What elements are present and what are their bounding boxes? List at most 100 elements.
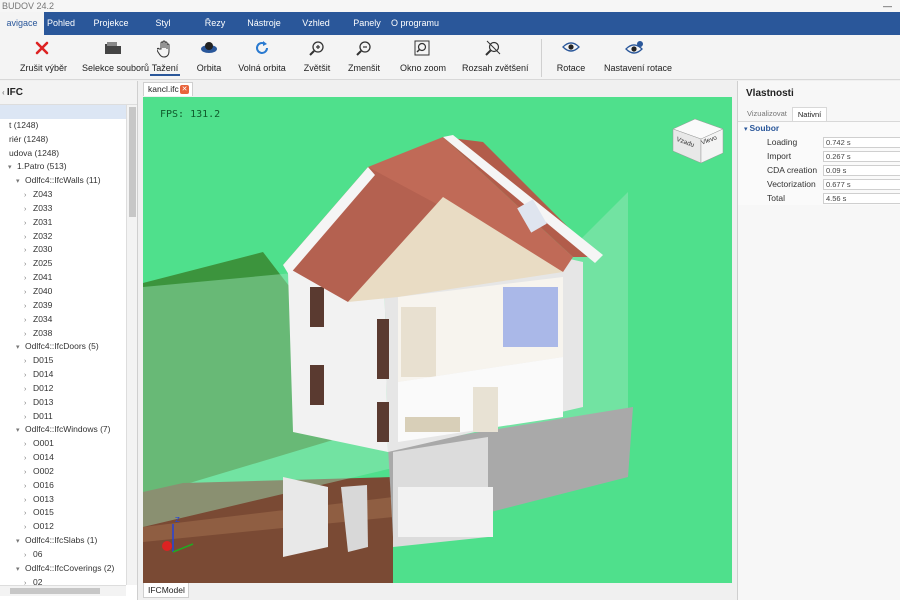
- tab-nativni[interactable]: Nativní: [791, 107, 828, 121]
- chevron-right-icon[interactable]: ›: [24, 203, 33, 217]
- pan-button[interactable]: Tažení: [150, 40, 180, 78]
- chevron-right-icon[interactable]: ›: [24, 189, 33, 203]
- menu-navigace[interactable]: avigace: [0, 12, 44, 35]
- chevron-right-icon[interactable]: ›: [24, 328, 33, 342]
- chevron-right-icon[interactable]: ›: [24, 314, 33, 328]
- scrollbar-thumb[interactable]: [129, 107, 136, 217]
- tree-item[interactable]: riér (1248): [0, 133, 126, 147]
- tree-item[interactable]: › Z030: [0, 243, 126, 257]
- tree-item[interactable]: › Z041: [0, 271, 126, 285]
- tree-item[interactable]: › Z038: [0, 327, 126, 341]
- chevron-right-icon[interactable]: ›: [24, 244, 33, 258]
- tree-item[interactable]: ▾ Odlfc4::IfcDoors (5): [0, 340, 126, 354]
- tree-item[interactable]: ▾ Odlfc4::IfcCoverings (2): [0, 562, 126, 576]
- menu-panely[interactable]: Panely: [352, 12, 382, 35]
- tree-item[interactable]: udova (1248): [0, 147, 126, 161]
- tree-horizontal-scrollbar[interactable]: [0, 585, 126, 596]
- tree-vertical-scrollbar[interactable]: [126, 105, 137, 585]
- tab-vizualizovat[interactable]: Vizualizovat: [742, 107, 792, 121]
- chevron-down-icon[interactable]: ▾: [16, 424, 25, 438]
- chevron-right-icon[interactable]: ›: [24, 300, 33, 314]
- free-orbit-button[interactable]: Volná orbita: [238, 40, 286, 78]
- tree-item[interactable]: › Z034: [0, 313, 126, 327]
- chevron-right-icon[interactable]: ›: [24, 369, 33, 383]
- tree-item[interactable]: › O013: [0, 493, 126, 507]
- chevron-right-icon[interactable]: ›: [24, 231, 33, 245]
- chevron-right-icon[interactable]: ›: [24, 549, 33, 563]
- scrollbar-thumb[interactable]: [10, 588, 100, 594]
- menu-nastroje[interactable]: Nástroje: [246, 12, 282, 35]
- rotation-settings-button[interactable]: Nastavení rotace: [604, 40, 672, 78]
- file-tab[interactable]: kancl.ifc ✕: [143, 82, 193, 96]
- chevron-right-icon[interactable]: ›: [24, 577, 33, 585]
- deselect-button[interactable]: Zrušit výběr: [20, 40, 67, 78]
- menu-styl[interactable]: Styl: [150, 12, 176, 35]
- tree-item[interactable]: › D013: [0, 396, 126, 410]
- file-selection-button[interactable]: Selekce souborů: [82, 40, 149, 78]
- zoom-out-button[interactable]: Zmenšit: [348, 40, 380, 78]
- tree-item[interactable]: › 02: [0, 576, 126, 585]
- tree-item[interactable]: ▾ Odlfc4::IfcWalls (11): [0, 174, 126, 188]
- close-tab-icon[interactable]: ✕: [180, 85, 189, 94]
- tree-item[interactable]: ▾ Odlfc4::IfcSlabs (1): [0, 534, 126, 548]
- tree-item[interactable]: › Z031: [0, 216, 126, 230]
- tree-item[interactable]: › O015: [0, 506, 126, 520]
- tree-item[interactable]: › O014: [0, 451, 126, 465]
- tree-item[interactable]: › D014: [0, 368, 126, 382]
- tree-item[interactable]: › O012: [0, 520, 126, 534]
- tree-item[interactable]: › O001: [0, 437, 126, 451]
- chevron-down-icon[interactable]: ▾: [16, 175, 25, 189]
- zoom-extents-button[interactable]: Rozsah zvětšení: [462, 40, 529, 78]
- tree-item[interactable]: › Z032: [0, 230, 126, 244]
- chevron-right-icon[interactable]: ›: [24, 258, 33, 272]
- tree-item[interactable]: › D015: [0, 354, 126, 368]
- orbit-button[interactable]: Orbita: [194, 40, 224, 78]
- chevron-down-icon[interactable]: ▾: [16, 563, 25, 577]
- menu-vzhled[interactable]: Vzhled: [300, 12, 332, 35]
- model-tab[interactable]: IFCModel: [143, 583, 189, 598]
- chevron-right-icon[interactable]: ›: [24, 438, 33, 452]
- chevron-right-icon[interactable]: ›: [24, 217, 33, 231]
- minimize-button[interactable]: —: [883, 0, 892, 12]
- chevron-right-icon[interactable]: ›: [24, 494, 33, 508]
- tree-item[interactable]: › Z039: [0, 299, 126, 313]
- zoom-in-button[interactable]: Zvětšit: [302, 40, 332, 78]
- tree-item[interactable]: › Z040: [0, 285, 126, 299]
- chevron-right-icon[interactable]: ›: [24, 383, 33, 397]
- chevron-right-icon[interactable]: ›: [24, 507, 33, 521]
- tree-item[interactable]: › D011: [0, 410, 126, 424]
- tree-item[interactable]: [0, 105, 126, 119]
- chevron-right-icon[interactable]: ›: [24, 355, 33, 369]
- chevron-right-icon[interactable]: ›: [24, 480, 33, 494]
- tree-item[interactable]: › 06: [0, 548, 126, 562]
- section-soubor[interactable]: ▾ Soubor: [738, 122, 900, 135]
- chevron-right-icon[interactable]: ›: [24, 452, 33, 466]
- zoom-window-button[interactable]: Okno zoom: [400, 40, 446, 78]
- chevron-right-icon[interactable]: ›: [24, 411, 33, 425]
- prop-key: Loading: [767, 137, 798, 147]
- tree-item[interactable]: t (1248): [0, 119, 126, 133]
- chevron-right-icon[interactable]: ›: [24, 466, 33, 480]
- menu-o-programu[interactable]: O programu: [390, 12, 440, 35]
- chevron-right-icon[interactable]: ›: [24, 286, 33, 300]
- tree-item[interactable]: › Z033: [0, 202, 126, 216]
- tree-item[interactable]: › Z043: [0, 188, 126, 202]
- tree-item-label: O001: [33, 438, 54, 449]
- chevron-down-icon[interactable]: ▾: [16, 535, 25, 549]
- menu-pohled[interactable]: Pohled: [44, 12, 78, 35]
- chevron-down-icon[interactable]: ▾: [8, 161, 17, 175]
- tree-item[interactable]: › Z025: [0, 257, 126, 271]
- rotation-button[interactable]: Rotace: [556, 40, 586, 78]
- menu-rezy[interactable]: Řezy: [202, 12, 228, 35]
- chevron-right-icon[interactable]: ›: [24, 272, 33, 286]
- menu-projekce[interactable]: Projekce: [92, 12, 130, 35]
- tree-item[interactable]: › D012: [0, 382, 126, 396]
- tree-item[interactable]: ▾ Odlfc4::IfcWindows (7): [0, 423, 126, 437]
- chevron-down-icon[interactable]: ▾: [16, 341, 25, 355]
- tree-item[interactable]: › O002: [0, 465, 126, 479]
- chevron-right-icon[interactable]: ›: [24, 397, 33, 411]
- 3d-viewport[interactable]: Z FPS: 131.2 Vzadu Vlevo: [143, 97, 732, 583]
- tree-item[interactable]: ▾ 1.Patro (513): [0, 160, 126, 174]
- chevron-right-icon[interactable]: ›: [24, 521, 33, 535]
- tree-item[interactable]: › O016: [0, 479, 126, 493]
